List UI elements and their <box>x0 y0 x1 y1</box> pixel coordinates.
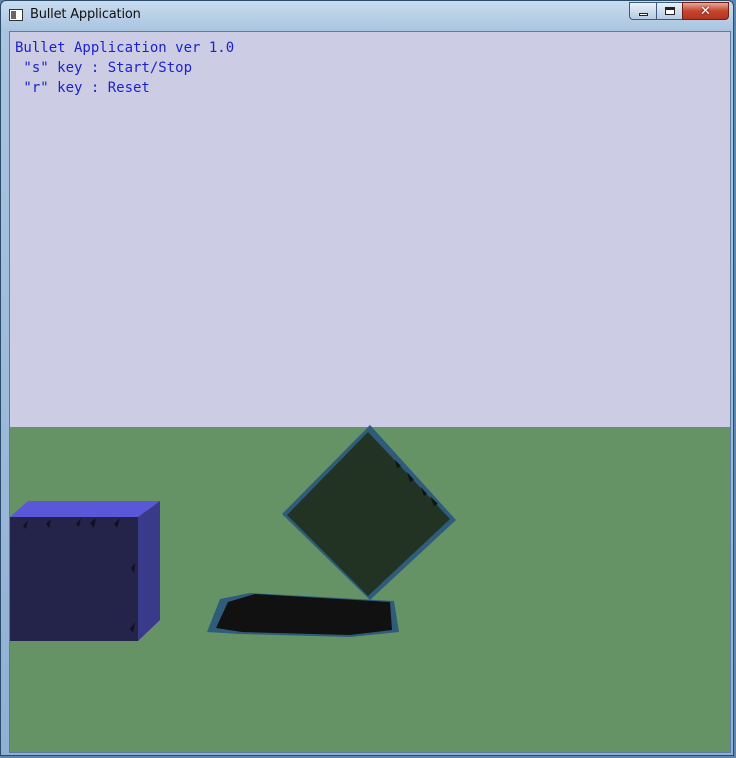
hud-title: Bullet Application ver 1.0 <box>15 40 235 56</box>
hud-text: Bullet Application ver 1.0 "s" key : Sta… <box>15 38 234 98</box>
minimize-button[interactable] <box>629 2 656 20</box>
application-icon[interactable] <box>9 9 23 21</box>
window-title: Bullet Application <box>30 7 141 22</box>
left-box-top-face <box>10 501 160 517</box>
application-window: Bullet Application ✕ Bullet Application … <box>0 0 734 756</box>
caption-buttons: ✕ <box>629 2 729 21</box>
maximize-button[interactable] <box>656 2 682 20</box>
title-bar[interactable]: Bullet Application ✕ <box>1 1 735 29</box>
close-button[interactable]: ✕ <box>682 2 729 20</box>
left-box-front-face <box>10 517 138 641</box>
hud-start-stop-hint: "s" key : Start/Stop <box>15 60 193 76</box>
close-icon: ✕ <box>700 4 711 19</box>
opengl-viewport[interactable]: Bullet Application ver 1.0 "s" key : Sta… <box>9 31 731 753</box>
hud-reset-hint: "r" key : Reset <box>15 80 150 96</box>
tilted-box-face <box>287 432 450 596</box>
left-box-side-face <box>138 501 160 641</box>
physics-scene <box>10 425 456 641</box>
